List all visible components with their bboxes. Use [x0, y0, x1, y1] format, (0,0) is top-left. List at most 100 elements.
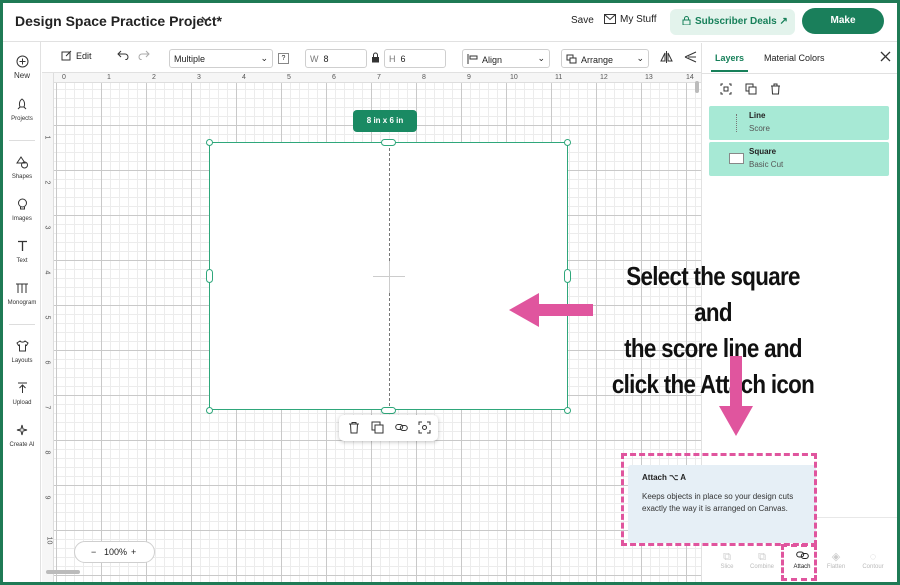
lock-icon[interactable]: [371, 52, 380, 65]
ruler-tick-label: 5: [287, 74, 291, 81]
chevron-down-icon[interactable]: [201, 14, 211, 27]
layer-type: Score: [749, 124, 770, 133]
operation-select[interactable]: Multiple ⌄: [169, 49, 273, 68]
sidebar-item-images[interactable]: Images: [3, 198, 41, 222]
sidebar-item-layouts[interactable]: Layouts: [3, 340, 41, 364]
selected-square[interactable]: [209, 142, 568, 411]
sidebar-item-monogram[interactable]: Monogram: [3, 282, 41, 306]
width-field[interactable]: W8: [305, 49, 367, 68]
sidebar-item-label: Images: [12, 216, 32, 222]
horizontal-scrollbar[interactable]: [46, 570, 80, 574]
width-value: 8: [323, 54, 329, 64]
zoom-in-button[interactable]: +: [131, 547, 136, 557]
contour-button[interactable]: ◌ Contour: [857, 551, 889, 570]
design-canvas[interactable]: 0 1 2 3 4 5 6 7 8 9 10 11 12 13 14 1 2 3…: [42, 73, 701, 582]
align-icon: [467, 54, 478, 64]
monogram-icon: [3, 282, 41, 297]
my-stuff-button[interactable]: My Stuff: [604, 14, 657, 25]
resize-handle[interactable]: [206, 407, 213, 414]
sidebar-item-label: New: [13, 71, 30, 80]
ruler-tick-label: 4: [43, 270, 51, 275]
edit-button[interactable]: Edit: [61, 49, 92, 61]
annotation-line: click the Attach icon: [611, 369, 815, 399]
flip-icon[interactable]: [660, 51, 673, 65]
tab-layers[interactable]: Layers: [715, 53, 744, 63]
ruler-tick-label: 2: [152, 74, 156, 81]
lightbulb-icon: [3, 198, 41, 213]
ruler-tick-label: 3: [197, 74, 201, 81]
layer-item-square[interactable]: Square Basic Cut: [709, 142, 889, 176]
align-label: Align: [482, 55, 503, 65]
ruler-tick-label: 8: [43, 450, 51, 455]
zoom-out-button[interactable]: −: [91, 547, 96, 557]
resize-handle[interactable]: [381, 139, 396, 146]
sidebar-item-text[interactable]: Text: [3, 240, 41, 264]
undo-icon[interactable]: [117, 50, 129, 62]
resize-handle[interactable]: [206, 139, 213, 146]
combine-icon: ⧉: [758, 551, 766, 563]
zoom-value: 100%: [104, 547, 128, 557]
operation-select-value: Multiple: [174, 54, 206, 64]
sidebar-item-shapes[interactable]: Shapes: [3, 156, 41, 180]
offset-icon[interactable]: [684, 51, 697, 65]
top-ruler: 0 1 2 3 4 5 6 7 8 9 10 11 12 13 14: [42, 73, 701, 83]
flatten-label: Flatten: [826, 564, 846, 570]
ruler-tick-label: 4: [242, 74, 246, 81]
resize-handle[interactable]: [564, 269, 571, 283]
arrange-select[interactable]: Arrange ⌄: [561, 49, 649, 68]
help-badge[interactable]: ?: [278, 53, 289, 64]
flatten-icon: ◈: [831, 551, 841, 563]
attach-icon[interactable]: [395, 421, 408, 434]
align-select[interactable]: Align ⌄: [462, 49, 550, 68]
resize-handle[interactable]: [564, 139, 571, 146]
sidebar-item-upload[interactable]: Upload: [3, 382, 41, 406]
combine-button[interactable]: ⧉ Combine: [746, 551, 778, 570]
annotation-line: the score line and: [624, 333, 802, 363]
layer-name: Line: [749, 111, 766, 120]
sidebar-item-projects[interactable]: Projects: [3, 98, 41, 122]
height-value: 6: [400, 54, 406, 64]
make-button[interactable]: Make: [802, 8, 884, 34]
pink-arrow-left-icon: [509, 293, 593, 332]
object-toolbar: [339, 415, 438, 441]
tab-material-colors[interactable]: Material Colors: [764, 53, 825, 63]
focus-icon[interactable]: [418, 421, 431, 434]
chevron-down-icon: ⌄: [260, 53, 268, 63]
ruler-tick-label: 5: [43, 315, 51, 320]
sidebar-item-label: Text: [16, 258, 28, 264]
ruler-tick-label: 7: [377, 74, 381, 81]
edit-label: Edit: [76, 51, 92, 61]
vertical-scrollbar[interactable]: [695, 81, 699, 93]
slice-button[interactable]: ⧉ Slice: [711, 551, 743, 570]
sidebar-divider: [9, 140, 35, 141]
lock-icon: [682, 16, 691, 26]
project-title[interactable]: Design Space Practice Project*: [15, 13, 222, 29]
height-field[interactable]: H6: [384, 49, 446, 68]
duplicate-icon[interactable]: [371, 421, 384, 434]
sidebar-item-new[interactable]: New: [3, 55, 41, 80]
trash-icon[interactable]: [770, 82, 781, 100]
layer-item-line[interactable]: Line Score: [709, 106, 889, 140]
close-icon[interactable]: [880, 49, 891, 67]
sidebar-item-create-ai[interactable]: Create AI: [3, 424, 41, 448]
resize-handle[interactable]: [206, 269, 213, 283]
ruler-tick-label: 3: [43, 225, 51, 230]
height-label: H: [389, 54, 396, 64]
layer-actions: [702, 74, 897, 102]
chevron-down-icon: ⌄: [636, 53, 644, 63]
trash-icon[interactable]: [348, 421, 361, 434]
resize-handle[interactable]: [381, 407, 396, 414]
app-window: Design Space Practice Project* Save My S…: [3, 3, 897, 582]
arrange-label: Arrange: [581, 55, 614, 65]
ruler-tick-label: 2: [43, 180, 51, 185]
width-label: W: [310, 54, 319, 64]
save-button[interactable]: Save: [571, 15, 594, 26]
edit-toolbar: Edit Multiple ⌄ ? W8 H6 Align ⌄ Arrange …: [42, 43, 701, 73]
group-icon[interactable]: [720, 82, 732, 100]
redo-icon[interactable]: [138, 50, 150, 62]
ruler-tick-label: 14: [686, 74, 694, 81]
resize-handle[interactable]: [564, 407, 571, 414]
duplicate-icon[interactable]: [745, 82, 757, 100]
flatten-button[interactable]: ◈ Flatten: [820, 551, 852, 570]
subscriber-deals-button[interactable]: Subscriber Deals ↗: [670, 9, 795, 35]
